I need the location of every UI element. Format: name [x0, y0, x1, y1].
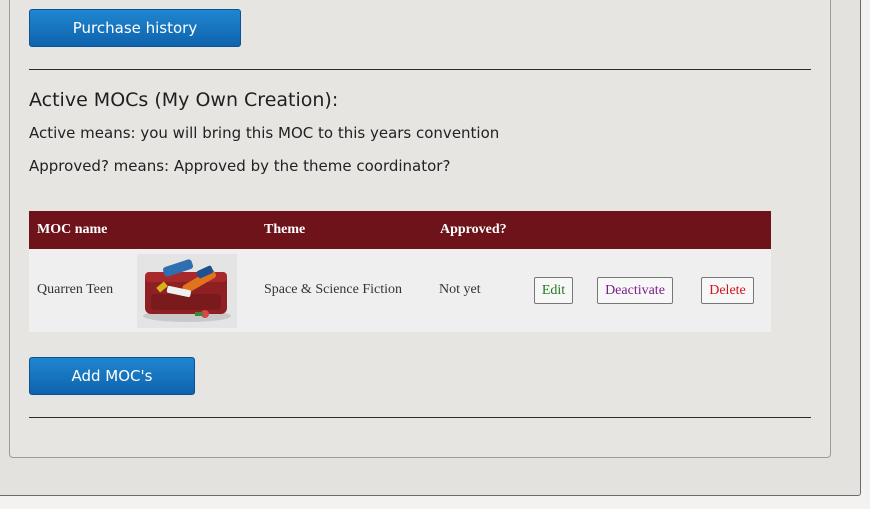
- active-note: Active means: you will bring this MOC to…: [29, 124, 500, 142]
- header-theme: Theme: [264, 222, 306, 237]
- edit-button[interactable]: Edit: [534, 277, 573, 304]
- moc-table-header: MOC name Theme Approved?: [29, 211, 771, 249]
- approved-note: Approved? means: Approved by the theme c…: [29, 157, 451, 175]
- moc-thumbnail-image: [137, 254, 237, 328]
- deactivate-button[interactable]: Deactivate: [597, 277, 673, 304]
- moc-approved-status: Not yet: [439, 282, 481, 297]
- delete-button[interactable]: Delete: [701, 277, 754, 304]
- moc-theme: Space & Science Fiction: [264, 282, 403, 297]
- divider-bottom: [29, 417, 811, 418]
- table-row: Quarren Teen Space & Science Fiction Not…: [29, 249, 771, 332]
- header-approved: Approved?: [440, 222, 507, 237]
- purchase-history-button[interactable]: Purchase history: [29, 9, 241, 47]
- moc-name: Quarren Teen: [37, 282, 114, 297]
- divider-top: [29, 69, 811, 70]
- header-moc-name: MOC name: [37, 222, 108, 237]
- add-mocs-button[interactable]: Add MOC's: [29, 357, 195, 395]
- section-title: Active MOCs (My Own Creation):: [29, 89, 339, 111]
